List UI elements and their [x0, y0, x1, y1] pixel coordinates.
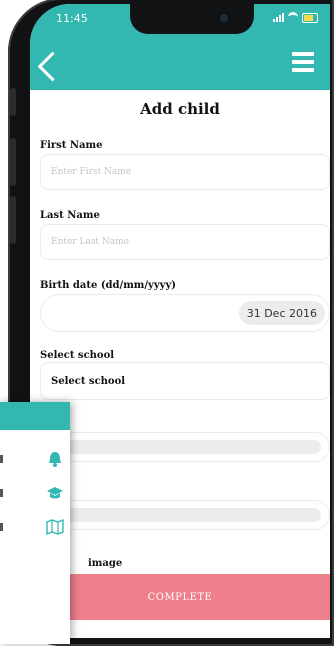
app-screen: 11:45 Add child First Name Enter First N…: [30, 4, 330, 638]
school-label: Select school: [40, 350, 115, 361]
drawer-header: [0, 402, 70, 430]
first-name-placeholder: Enter First Name: [51, 167, 132, 177]
chevron-left-icon[interactable]: [37, 51, 68, 82]
complete-button[interactable]: COMPLETE: [30, 574, 330, 620]
side-drawer: [0, 402, 70, 644]
page-title: Add child: [140, 100, 220, 118]
signal-icon: [273, 13, 284, 22]
drawer-item-school[interactable]: [0, 480, 70, 506]
drawer-item-notifications[interactable]: [0, 446, 70, 472]
first-name-field[interactable]: Enter First Name: [40, 154, 330, 190]
map-icon: [46, 518, 64, 536]
nav-bar: [30, 36, 330, 90]
drawer-item-map[interactable]: [0, 514, 70, 540]
birth-date-label: Birth date (dd/mm/yyyy): [40, 280, 176, 291]
graduation-cap-icon: [47, 487, 63, 499]
volume-up-button: [10, 138, 16, 186]
last-name-label: Last Name: [40, 210, 100, 221]
status-icons: [273, 12, 318, 23]
camera-icon: [220, 14, 228, 22]
volume-down-button: [10, 196, 16, 244]
status-bar: 11:45: [30, 4, 330, 36]
status-time: 11:45: [56, 12, 88, 25]
bell-icon: [49, 452, 61, 467]
hamburger-menu-icon[interactable]: [292, 52, 314, 72]
notch: [130, 4, 254, 34]
birth-date-field[interactable]: 31 Dec 2016: [40, 294, 330, 332]
last-name-placeholder: Enter Last Name: [51, 237, 130, 247]
input-pill-2[interactable]: [40, 500, 330, 530]
image-label: image: [88, 558, 123, 569]
last-name-field[interactable]: Enter Last Name: [40, 224, 330, 260]
battery-icon: [302, 12, 318, 23]
school-select[interactable]: Select school: [40, 362, 330, 400]
mute-switch: [10, 88, 16, 116]
input-pill-1[interactable]: [40, 432, 330, 462]
birth-date-value[interactable]: 31 Dec 2016: [238, 301, 325, 325]
wifi-icon: [288, 12, 298, 23]
first-name-label: First Name: [40, 140, 103, 151]
